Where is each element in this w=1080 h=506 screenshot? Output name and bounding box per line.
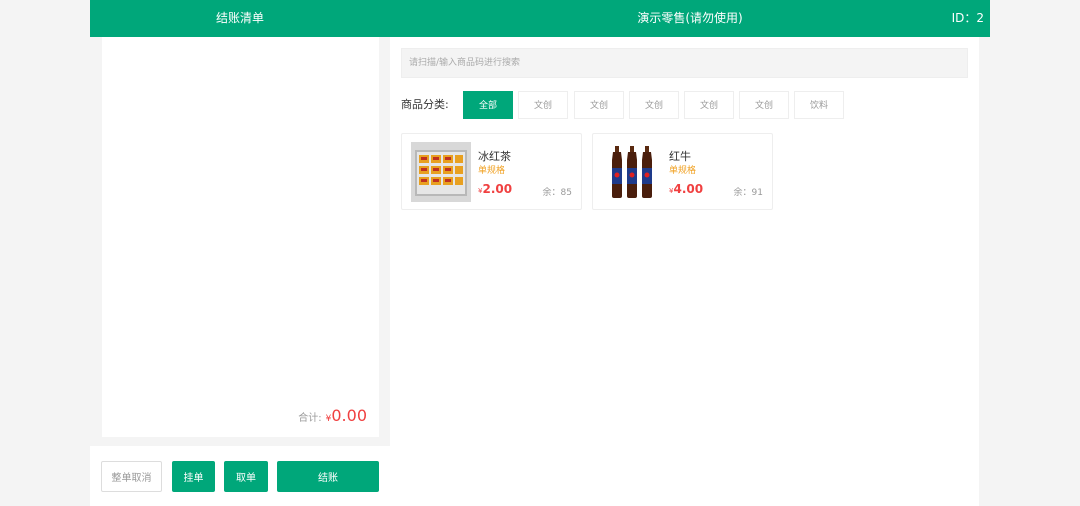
- category-tab[interactable]: 文创: [684, 91, 734, 119]
- product-search-input[interactable]: [401, 48, 968, 78]
- product-name: 红牛: [669, 150, 691, 163]
- checkout-action-bar: 整单取消 挂单 取单 结账: [90, 446, 390, 506]
- product-stock: 余：91: [733, 188, 763, 198]
- product-panel: 商品分类: 全部 文创 文创 文创 文创 文创 饮料: [390, 37, 979, 506]
- store-title: 演示零售(请勿使用): [637, 11, 743, 25]
- category-label: 商品分类:: [401, 98, 449, 111]
- category-tab[interactable]: 文创: [518, 91, 568, 119]
- category-tab[interactable]: 文创: [739, 91, 789, 119]
- iced-tea-tray-image: [411, 142, 471, 202]
- pos-app: 结账清单 演示零售(请勿使用) ID：2 合计: ¥ 0.00 整单取消 挂单 …: [90, 0, 990, 506]
- cancel-order-button[interactable]: 整单取消: [101, 461, 162, 492]
- product-name: 冰红茶: [478, 150, 511, 163]
- price-value: 2.00: [482, 182, 513, 196]
- category-tab[interactable]: 文创: [574, 91, 624, 119]
- product-card[interactable]: 红牛 单规格 ¥ 4.00 余：91: [592, 133, 773, 210]
- retrieve-order-button[interactable]: 取单: [224, 461, 268, 492]
- red-bull-bottles-image: [602, 142, 662, 202]
- cart-total: 合计: ¥ 0.00: [298, 406, 367, 425]
- hang-order-button[interactable]: 挂单: [172, 461, 215, 492]
- total-label: 合计:: [298, 413, 322, 424]
- checkout-list-title: 结账清单: [215, 11, 264, 25]
- product-price: ¥ 2.00: [478, 182, 512, 196]
- product-card[interactable]: 冰红茶 单规格 ¥ 2.00 余：85: [401, 133, 582, 210]
- total-amount: 0.00: [331, 406, 367, 425]
- price-value: 4.00: [673, 182, 704, 196]
- category-tab[interactable]: 文创: [629, 91, 679, 119]
- user-id-label: ID：2: [951, 11, 984, 25]
- cart-list: 合计: ¥ 0.00: [102, 37, 379, 437]
- product-price: ¥ 4.00: [669, 182, 703, 196]
- product-spec: 单规格: [669, 166, 697, 176]
- category-tab-all[interactable]: 全部: [463, 91, 513, 119]
- checkout-panel: 合计: ¥ 0.00 整单取消 挂单 取单 结账: [90, 37, 390, 506]
- top-header: 结账清单 演示零售(请勿使用) ID：2: [90, 0, 990, 37]
- checkout-button[interactable]: 结账: [277, 461, 379, 492]
- product-stock: 余：85: [542, 188, 572, 198]
- product-spec: 单规格: [478, 166, 506, 176]
- category-tab-drinks[interactable]: 饮料: [794, 91, 844, 119]
